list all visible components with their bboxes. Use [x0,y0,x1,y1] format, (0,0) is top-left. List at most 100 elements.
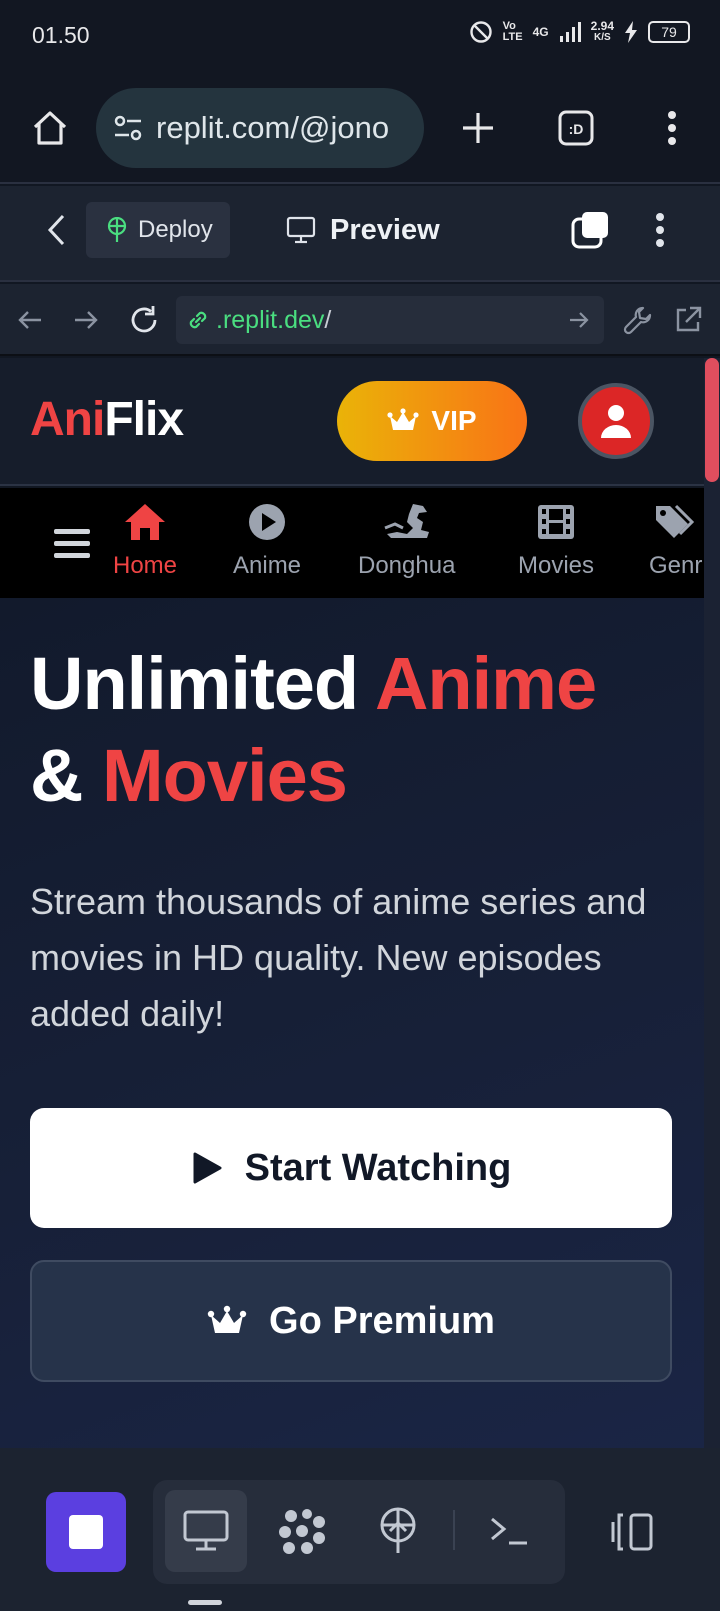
monitor-icon [183,1510,229,1551]
nav-label-movies: Movies [518,552,595,579]
network-label: 4G [532,25,549,39]
site-logo[interactable]: AniFlix [30,392,184,447]
plus-icon [463,113,493,143]
hero-title-word-2: Anime [374,642,597,725]
panels-button[interactable] [600,1492,664,1572]
net-speed-unit: K/S [593,32,611,43]
net-speed: 2.94 K/S [591,20,614,44]
chevron-left-icon [47,214,65,246]
hero-title-word-3: & [30,734,83,817]
nav-item-anime[interactable]: Anime [233,502,301,580]
webview-forward-button[interactable] [68,298,104,342]
deploy-label: Deploy [138,216,213,243]
stop-button[interactable] [46,1492,126,1572]
page-scrollbar-thumb[interactable] [705,358,719,482]
url-text: replit.com/@jono [156,110,390,145]
film-icon [538,505,575,539]
screen: 01.50 Vo LTE 4G 2.94 K/S 79 replit.com/@jo… [0,0,720,1611]
page-scrollbar-track[interactable] [704,358,720,1448]
status-icons: Vo LTE 4G 2.94 K/S 79 [469,20,690,44]
address-path: / [324,305,332,334]
status-bar: 01.50 Vo LTE 4G 2.94 K/S 79 [0,0,720,72]
tabs-icon: :D [558,110,594,146]
nav-label-home: Home [113,552,178,579]
nav-label-genres: Genr [649,552,703,579]
reload-icon [131,306,157,333]
nav-item-movies[interactable]: Movies [518,502,594,580]
deploy-icon [380,1507,416,1553]
play-icon [193,1152,222,1184]
new-tab-button[interactable] [452,102,504,154]
go-premium-button[interactable]: Go Premium [30,1260,672,1382]
tool-divider [453,1510,455,1550]
nav-item-genres[interactable]: Genr [649,502,702,580]
panels-icon [611,1513,653,1551]
window-switch-button[interactable] [566,202,614,258]
reload-button[interactable] [122,296,166,344]
logo-part-ani: Ani [30,393,105,446]
more-vertical-icon [668,111,676,145]
crown-icon [207,1305,247,1333]
back-button[interactable] [36,204,76,256]
home-icon [125,504,166,540]
play-circle-icon [249,504,286,540]
webview-address-bar[interactable]: .replit.dev / [176,296,604,344]
user-avatar-button[interactable] [578,383,654,459]
site-header: AniFlix VIP [0,358,704,486]
crown-icon [387,408,420,430]
go-arrow-icon [570,312,589,328]
charging-icon [625,21,637,43]
deploy-button[interactable]: Deploy [86,202,230,258]
hero-subtitle: Stream thousands of anime series and mov… [30,881,647,1034]
stop-icon [69,1515,103,1549]
logo-part-flix: Flix [104,393,184,446]
hero-section: Unlimited Anime & Movies Stream thousand… [0,598,704,1448]
vip-label: VIP [431,405,477,436]
vip-button[interactable]: VIP [337,381,527,461]
preview-tool-button[interactable] [165,1490,247,1572]
open-external-button[interactable] [668,298,708,342]
preview-tab[interactable]: Preview [286,202,440,258]
webview-back-button[interactable] [12,298,48,342]
start-watching-button[interactable]: Start Watching [30,1108,672,1228]
gesture-home-indicator[interactable] [188,1600,222,1605]
start-watching-label: Start Watching [244,1146,512,1189]
arrow-left-icon [18,311,41,329]
browser-menu-button[interactable] [646,102,698,154]
monitor-icon [286,216,316,244]
devtools-button[interactable] [618,298,658,342]
hero-title: Unlimited Anime & Movies [30,638,710,822]
net-speed-value: 2.94 [590,19,614,33]
nav-label-anime: Anime [233,552,302,579]
terminal-icon [491,1517,527,1545]
shell-tool-button[interactable] [468,1490,550,1572]
nav-label-donghua: Donghua [358,552,456,579]
replit-menu-button[interactable] [640,202,680,258]
wrench-icon [623,306,652,335]
workflows-tool-button[interactable] [261,1490,343,1572]
url-bar[interactable]: replit.com/@jono [96,88,424,168]
external-link-icon [676,306,702,332]
tab-switcher-button[interactable]: :D [550,102,602,154]
deploy-tool-button[interactable] [357,1490,439,1572]
home-outline-icon [33,111,67,145]
signal-icon [559,22,581,42]
replit-toolbar: Deploy Preview [0,186,720,282]
do-not-disturb-icon [469,21,492,43]
site-settings-icon [114,115,142,141]
user-icon [601,405,631,438]
windows-icon [571,212,608,249]
tags-icon [655,504,694,538]
home-button[interactable] [24,102,76,154]
hamburger-menu-button[interactable] [54,528,90,565]
address-domain: .replit.dev [216,305,325,334]
tool-group [153,1480,565,1584]
replit-bottom-toolbar [0,1448,720,1611]
arrow-right-icon [75,311,98,329]
dragon-icon [384,504,429,538]
category-nav: Home Anime Donghua Movies Genr [0,488,704,598]
link-icon [189,311,207,329]
hero-title-word-4: Movies [102,734,348,817]
nav-item-home[interactable]: Home [113,502,177,580]
nav-item-donghua[interactable]: Donghua [358,502,455,580]
